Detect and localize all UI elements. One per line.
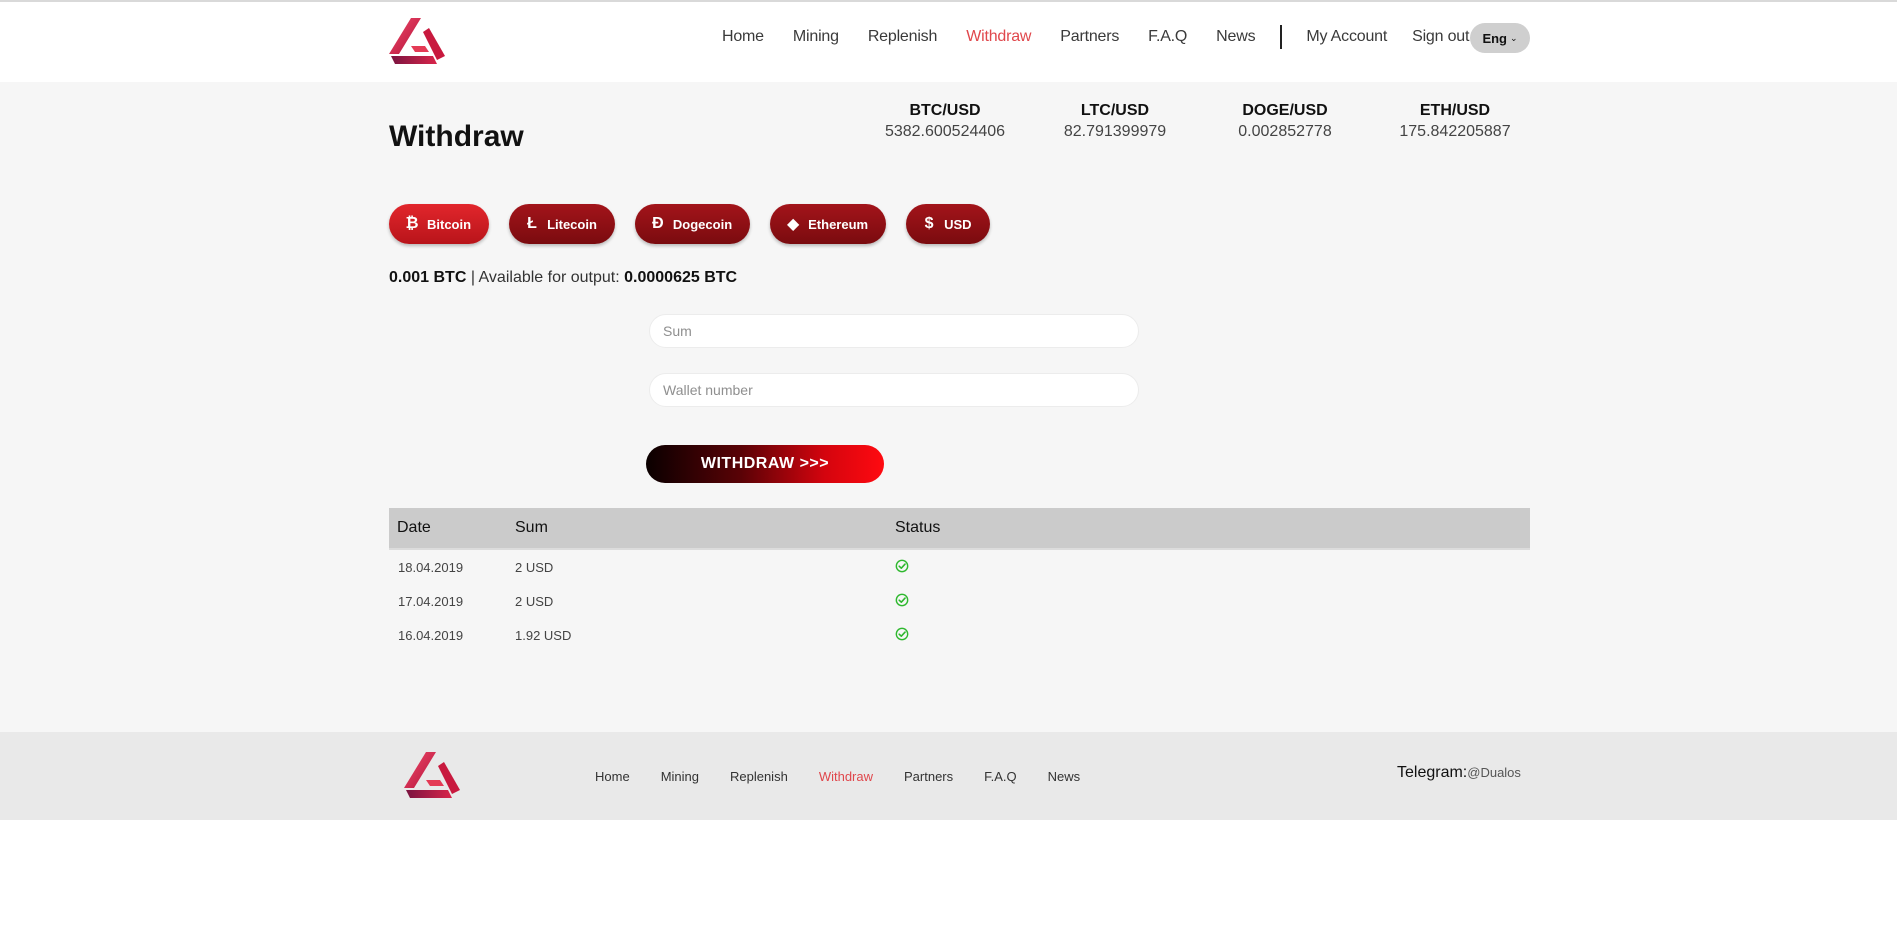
- header: Home Mining Replenish Withdraw Partners F.A.Q…: [0, 2, 1897, 82]
- sum-input[interactable]: [663, 323, 1125, 339]
- coin-label: Ethereum: [808, 216, 869, 232]
- row-date: 17.04.2019: [398, 593, 464, 609]
- nav-home[interactable]: Home: [722, 28, 764, 46]
- dogecoin-icon: Ð: [652, 215, 664, 232]
- coin-usd-button[interactable]: $ USD: [906, 204, 990, 244]
- header-sum: Sum: [515, 519, 548, 536]
- nav-mining[interactable]: Mining: [793, 28, 839, 46]
- rate-btc-usd: BTC/USD 5382.600524406: [860, 102, 1030, 141]
- dollar-icon: $: [924, 215, 934, 232]
- logo-icon[interactable]: [389, 16, 445, 66]
- coin-selector: ₿ Bitcoin Ł Litecoin Ð Dogecoin ◆ Ethereum $ USD: [389, 204, 1010, 244]
- coin-label: Bitcoin: [427, 216, 472, 232]
- rate-pair: ETH/USD: [1419, 102, 1491, 119]
- telegram-handle[interactable]: @Dualos: [1467, 765, 1521, 780]
- available-label: Available for output:: [478, 269, 625, 286]
- balance-info: 0.001 BTC | Available for output: 0.0000…: [389, 269, 737, 287]
- available-amount: 0.0000625 BTC: [624, 269, 738, 286]
- nav-replenish[interactable]: Replenish: [868, 28, 938, 46]
- wallet-input[interactable]: [663, 382, 1125, 398]
- rate-value: 175.842205887: [1399, 123, 1511, 140]
- rate-value: 0.002852778: [1238, 123, 1332, 140]
- nav-separator: [1280, 25, 1283, 49]
- telegram-contact: Telegram:@Dualos: [1397, 764, 1521, 782]
- footer: Home Mining Replenish Withdraw Partners F.A.Q…: [0, 732, 1897, 820]
- table-row: 16.04.2019 1.92 USD: [389, 618, 1530, 652]
- footer-nav-partners[interactable]: Partners: [904, 769, 953, 784]
- footer-nav: Home Mining Replenish Withdraw Partners F.A.Q…: [595, 769, 1111, 784]
- rate-pair: DOGE/USD: [1242, 102, 1328, 119]
- row-date: 18.04.2019: [398, 559, 464, 575]
- check-icon: [895, 593, 909, 606]
- exchange-rates: BTC/USD 5382.600524406 LTC/USD 82.791399979…: [860, 102, 1540, 141]
- telegram-label: Telegram:: [1397, 764, 1468, 781]
- coin-ethereum-button[interactable]: ◆ Ethereum: [770, 204, 887, 244]
- nav-withdraw[interactable]: Withdraw: [966, 28, 1031, 46]
- ethereum-icon: ◆: [786, 216, 800, 233]
- header-status: Status: [895, 519, 941, 536]
- footer-nav-replenish[interactable]: Replenish: [730, 769, 788, 784]
- balance-separator: |: [466, 269, 479, 286]
- balance-amount: 0.001 BTC: [389, 269, 467, 286]
- main-content: Withdraw BTC/USD 5382.600524406 LTC/USD 82.…: [0, 82, 1897, 732]
- litecoin-icon: Ł: [527, 215, 537, 232]
- page-title: Withdraw: [389, 120, 524, 153]
- nav-f-a-q[interactable]: F.A.Q: [1148, 28, 1187, 46]
- table-header: Date Sum Status: [389, 508, 1530, 548]
- row-status: [895, 627, 1530, 644]
- table-body: 18.04.2019 2 USD 17.04.2019 2 USD 16.04.2019…: [389, 550, 1530, 652]
- withdraw-button[interactable]: WITHDRAW >>>: [646, 445, 884, 483]
- nav-news[interactable]: News: [1216, 28, 1255, 46]
- footer-nav-home[interactable]: Home: [595, 769, 630, 784]
- coin-bitcoin-button[interactable]: ₿ Bitcoin: [389, 204, 490, 244]
- header-date: Date: [397, 519, 431, 536]
- wallet-field: [649, 373, 1139, 407]
- rate-ltc-usd: LTC/USD 82.791399979: [1030, 102, 1200, 141]
- row-sum: 2 USD: [515, 559, 554, 575]
- row-sum: 1.92 USD: [515, 627, 572, 643]
- footer-nav-f-a-q[interactable]: F.A.Q: [984, 769, 1017, 784]
- nav-partners[interactable]: Partners: [1060, 28, 1119, 46]
- rate-eth-usd: ETH/USD 175.842205887: [1370, 102, 1540, 141]
- language-label: Eng: [1482, 30, 1507, 46]
- rate-value: 5382.600524406: [884, 123, 1006, 140]
- coin-dogecoin-button[interactable]: Ð Dogecoin: [634, 204, 751, 244]
- footer-nav-news[interactable]: News: [1048, 769, 1081, 784]
- coin-label: USD: [944, 216, 972, 232]
- row-status: [895, 593, 1530, 610]
- sum-field: [649, 314, 1139, 348]
- nav-sign-out[interactable]: Sign out: [1412, 28, 1469, 46]
- bitcoin-icon: ₿: [405, 215, 419, 232]
- rate-doge-usd: DOGE/USD 0.002852778: [1200, 102, 1370, 141]
- coin-litecoin-button[interactable]: Ł Litecoin: [509, 204, 615, 244]
- coin-label: Dogecoin: [672, 216, 733, 232]
- rate-value: 82.791399979: [1063, 123, 1167, 140]
- footer-logo-icon[interactable]: [404, 750, 460, 800]
- footer-nav-withdraw[interactable]: Withdraw: [819, 769, 873, 784]
- rate-pair: BTC/USD: [909, 102, 981, 119]
- rate-pair: LTC/USD: [1080, 102, 1150, 119]
- footer-nav-mining[interactable]: Mining: [661, 769, 699, 784]
- withdraw-history-table: Date Sum Status 18.04.2019 2 USD 17.04.201…: [389, 508, 1530, 652]
- row-sum: 2 USD: [515, 593, 554, 609]
- row-date: 16.04.2019: [398, 627, 464, 643]
- row-status: [895, 559, 1530, 576]
- coin-label: Litecoin: [547, 216, 597, 232]
- language-selector[interactable]: Eng ⌄: [1470, 23, 1530, 53]
- table-row: 18.04.2019 2 USD: [389, 550, 1530, 584]
- check-icon: [895, 559, 909, 572]
- check-icon: [895, 627, 909, 640]
- table-row: 17.04.2019 2 USD: [389, 584, 1530, 618]
- chevron-down-icon: ⌄: [1510, 32, 1518, 43]
- main-nav: Home Mining Replenish Withdraw Partners F.A.Q…: [722, 25, 1498, 49]
- nav-my-account[interactable]: My Account: [1306, 28, 1387, 46]
